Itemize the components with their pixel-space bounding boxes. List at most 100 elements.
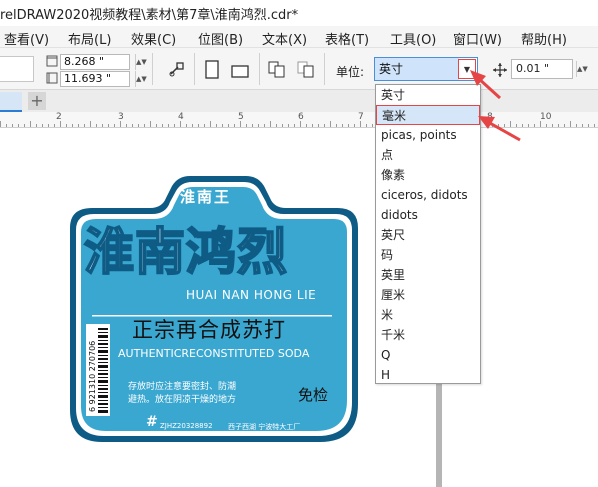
separator xyxy=(194,53,195,85)
paper-preset-select[interactable] xyxy=(0,56,34,82)
ruler-tick xyxy=(180,121,181,127)
ruler-tick xyxy=(246,124,247,127)
units-option-highlighted[interactable]: 毫米 xyxy=(376,105,480,125)
units-option[interactable]: 厘米 xyxy=(381,285,477,305)
units-option[interactable]: 像素 xyxy=(381,165,477,185)
ruler-tick xyxy=(540,121,541,127)
page-height-input[interactable]: 11.693 " xyxy=(60,71,130,87)
ruler-tick xyxy=(96,124,97,127)
label-bottom-code: ZJHZ20328892 xyxy=(160,422,213,430)
landscape-icon[interactable] xyxy=(231,65,249,82)
ruler-tick xyxy=(84,124,85,127)
ruler-tick xyxy=(198,124,199,127)
ruler-tick xyxy=(162,124,163,127)
ruler-tick xyxy=(30,121,31,127)
units-option[interactable]: didots xyxy=(381,205,477,225)
ruler-tick xyxy=(126,124,127,127)
ruler-tick xyxy=(48,124,49,127)
label-storage-line2: 避热。放在阴凉干燥的地方 xyxy=(128,395,237,405)
separator xyxy=(259,53,260,85)
label-bottom-company: 西子西湖 宁波特大工厂 xyxy=(228,423,301,431)
nudge-distance-icon xyxy=(492,62,508,81)
width-spinner[interactable]: ▲▼ xyxy=(135,54,147,70)
document-tab-strip: + xyxy=(0,90,598,112)
all-pages-icon[interactable] xyxy=(268,61,286,82)
ruler-tick xyxy=(18,124,19,127)
units-option[interactable]: 英里 xyxy=(381,265,477,285)
page-width-input[interactable]: 8.268 " xyxy=(60,54,130,70)
lock-proportions-icon[interactable] xyxy=(168,60,186,81)
ruler-tick xyxy=(186,124,187,127)
menu-view[interactable]: 查看(V) xyxy=(4,29,49,48)
label-artwork[interactable]: 淮南王 淮南鸿烈 HUAI NAN HONG LIE 正宗再合成苏打 AUTHE… xyxy=(62,174,370,444)
units-option[interactable]: Q xyxy=(381,345,477,365)
ruler-tick xyxy=(486,124,487,127)
ruler-tick xyxy=(582,124,583,127)
ruler-tick xyxy=(552,124,553,127)
label-title: 淮南鸿烈 xyxy=(83,223,288,281)
ruler-label: 8 xyxy=(487,112,493,122)
label-english: AUTHENTICRECONSTITUTED SODA xyxy=(118,347,310,360)
ruler-tick xyxy=(270,121,271,127)
label-pinyin: HUAI NAN HONG LIE xyxy=(186,288,317,302)
ruler-tick xyxy=(510,121,511,127)
ruler-tick xyxy=(150,121,151,127)
nudge-spinner[interactable]: ▲▼ xyxy=(576,61,588,77)
ruler-tick xyxy=(264,124,265,127)
window-title: relDRAW2020视频教程\素材\第7章\淮南鸿烈.cdr* xyxy=(0,8,299,23)
menu-table[interactable]: 表格(T) xyxy=(325,29,369,48)
units-dropdown-arrow-icon[interactable]: ▼ xyxy=(458,59,476,79)
ruler-tick xyxy=(192,124,193,127)
label-inspection: 免检 xyxy=(298,386,329,404)
units-option[interactable]: 点 xyxy=(381,145,477,165)
ruler-tick xyxy=(156,124,157,127)
ruler-label: 10 xyxy=(540,112,552,122)
ruler-tick xyxy=(114,124,115,127)
units-option[interactable]: H xyxy=(381,365,477,385)
units-option[interactable]: 码 xyxy=(381,245,477,265)
ruler-tick xyxy=(330,121,331,127)
units-option[interactable]: ciceros, didots xyxy=(381,185,477,205)
menu-layout[interactable]: 布局(L) xyxy=(68,29,111,48)
ruler-tick xyxy=(78,124,79,127)
horizontal-ruler[interactable]: 2 3 4 5 6 7 8 10 xyxy=(0,112,598,128)
nudge-distance-input[interactable]: 0.01 " xyxy=(511,59,573,79)
ruler-tick xyxy=(0,121,1,127)
ruler-tick xyxy=(492,124,493,127)
ruler-tick xyxy=(66,124,67,127)
menu-help[interactable]: 帮助(H) xyxy=(521,29,567,48)
document-tab[interactable] xyxy=(0,92,22,112)
add-document-tab-button[interactable]: + xyxy=(28,92,46,110)
units-option[interactable]: picas, points xyxy=(381,125,477,145)
units-option[interactable]: 米 xyxy=(381,305,477,325)
height-spinner[interactable]: ▲▼ xyxy=(135,71,147,87)
menu-tools[interactable]: 工具(O) xyxy=(390,29,436,48)
ruler-tick xyxy=(240,121,241,127)
ruler-tick xyxy=(120,121,121,127)
units-option[interactable]: 英尺 xyxy=(381,225,477,245)
ruler-tick xyxy=(588,124,589,127)
units-option[interactable]: 英寸 xyxy=(381,85,477,105)
portrait-icon[interactable] xyxy=(204,60,220,83)
ruler-tick xyxy=(228,124,229,127)
ruler-tick xyxy=(318,124,319,127)
menu-text[interactable]: 文本(X) xyxy=(262,29,307,48)
ruler-tick xyxy=(6,124,7,127)
ruler-tick xyxy=(282,124,283,127)
ruler-tick xyxy=(276,124,277,127)
ruler-tick xyxy=(60,121,61,127)
ruler-tick xyxy=(372,124,373,127)
units-select[interactable]: 英寸 ▼ xyxy=(374,57,478,81)
label-hash: # xyxy=(146,414,158,430)
ruler-tick xyxy=(306,124,307,127)
ruler-tick xyxy=(258,124,259,127)
menu-bitmaps[interactable]: 位图(B) xyxy=(198,29,243,48)
units-dropdown-list[interactable]: 英寸 毫米 picas, points 点 像素 ciceros, didots… xyxy=(375,84,481,384)
ruler-tick xyxy=(222,124,223,127)
current-page-icon[interactable] xyxy=(297,61,315,82)
units-option[interactable]: 千米 xyxy=(381,325,477,345)
menu-effects[interactable]: 效果(C) xyxy=(131,29,176,48)
menu-window[interactable]: 窗口(W) xyxy=(453,29,502,48)
ruler-tick xyxy=(504,124,505,127)
ruler-tick xyxy=(216,124,217,127)
